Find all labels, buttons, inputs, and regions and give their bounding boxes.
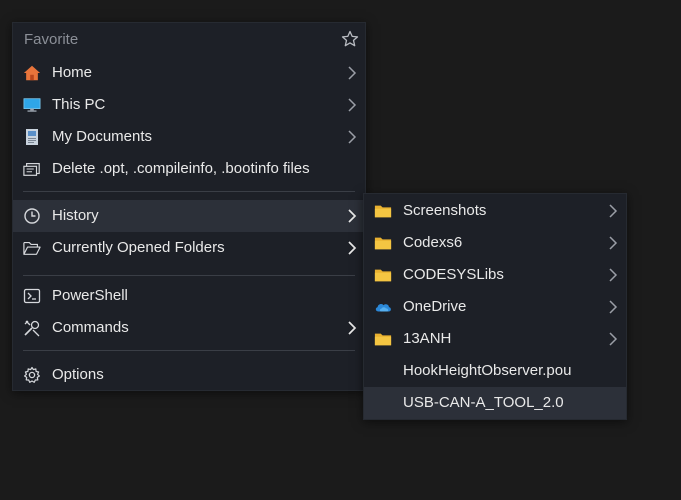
submenu-item-label: Screenshots [403, 202, 487, 219]
menu-item-label: Delete .opt, .compileinfo, .bootinfo fil… [52, 160, 310, 177]
menu-item-my-documents[interactable]: My Documents [13, 121, 365, 153]
menu-item-label: Options [52, 366, 104, 383]
submenu-item-codexs6[interactable]: Codexs6 [364, 227, 626, 259]
home-icon [23, 64, 41, 82]
powershell-icon [23, 287, 41, 305]
menu-item-label: Home [52, 64, 93, 81]
menu-item-currently-opened-folders[interactable]: Currently Opened Folders [13, 232, 365, 264]
submenu-item-usb-can-a-tool[interactable]: USB-CAN-A_TOOL_2.0 [364, 387, 626, 419]
menu-item-history[interactable]: History [13, 200, 365, 232]
favorites-menu: Favorite Home This PC My Documents Delet… [12, 22, 366, 391]
gear-icon [23, 366, 41, 384]
onedrive-icon [374, 298, 392, 316]
chevron-right-icon [606, 204, 620, 218]
submenu-item-label: OneDrive [403, 298, 467, 315]
submenu-item-label: CODESYSLibs [403, 266, 504, 283]
chevron-right-icon [345, 241, 359, 255]
submenu-item-screenshots[interactable]: Screenshots [364, 195, 626, 227]
chevron-right-icon [345, 130, 359, 144]
submenu-item-label: USB-CAN-A_TOOL_2.0 [403, 394, 564, 411]
menu-item-delete-files[interactable]: Delete .opt, .compileinfo, .bootinfo fil… [13, 153, 365, 185]
menu-item-label: Currently Opened Folders [52, 239, 225, 256]
menu-item-home[interactable]: Home [13, 57, 365, 89]
menu-item-this-pc[interactable]: This PC [13, 89, 365, 121]
chevron-right-icon [606, 268, 620, 282]
chevron-right-icon [345, 321, 359, 335]
submenu-item-label: 13ANH [403, 330, 452, 347]
submenu-item-label: HookHeightObserver.pou [403, 362, 572, 379]
folder-icon [374, 266, 392, 284]
separator [23, 350, 355, 351]
separator [23, 275, 355, 276]
menu-item-commands[interactable]: Commands [13, 312, 365, 344]
chevron-right-icon [606, 300, 620, 314]
favorite-header-label: Favorite [24, 31, 79, 48]
separator [23, 191, 355, 192]
folder-icon [374, 202, 392, 220]
submenu-item-codesyslibs[interactable]: CODESYSLibs [364, 259, 626, 291]
chevron-right-icon [606, 332, 620, 346]
favorite-header: Favorite [13, 24, 365, 56]
menu-item-label: My Documents [52, 128, 153, 145]
menu-item-label: Commands [52, 319, 129, 336]
submenu-item-13anh[interactable]: 13ANH [364, 323, 626, 355]
submenu-item-hookheightobserver[interactable]: HookHeightObserver.pou [364, 355, 626, 387]
star-icon[interactable] [341, 30, 359, 48]
menu-item-label: PowerShell [52, 287, 128, 304]
menu-item-powershell[interactable]: PowerShell [13, 280, 365, 312]
clock-icon [23, 207, 41, 225]
documents-icon [23, 128, 41, 146]
chevron-right-icon [345, 209, 359, 223]
chevron-right-icon [345, 66, 359, 80]
chevron-right-icon [606, 236, 620, 250]
history-submenu: Screenshots Codexs6 CODESYSLibs OneDrive… [363, 193, 627, 420]
folder-icon [374, 234, 392, 252]
open-folder-icon [23, 239, 41, 257]
chevron-right-icon [345, 98, 359, 112]
submenu-item-label: Codexs6 [403, 234, 463, 251]
tools-icon [23, 319, 41, 337]
monitor-icon [23, 96, 41, 114]
submenu-item-onedrive[interactable]: OneDrive [364, 291, 626, 323]
menu-item-label: History [52, 207, 99, 224]
menu-item-options[interactable]: Options [13, 359, 365, 391]
delete-files-icon [23, 160, 41, 178]
folder-icon [374, 330, 392, 348]
menu-item-label: This PC [52, 96, 106, 113]
